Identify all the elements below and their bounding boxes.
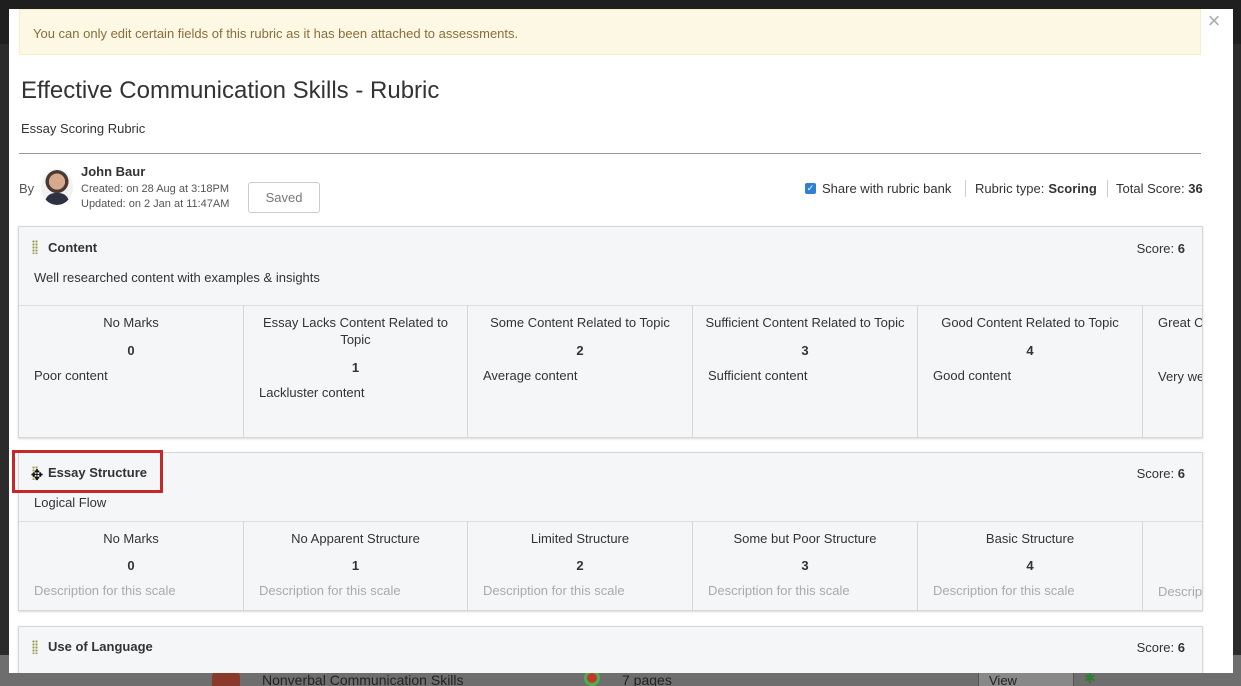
rubric-type-label: Rubric type: [975, 181, 1045, 196]
scale-title: Great C [1158, 315, 1203, 330]
criterion-essay-structure: Essay Structure Score: 6 Logical Flow No… [18, 452, 1203, 611]
close-icon[interactable]: × [1204, 9, 1224, 33]
scale-title: Good Content Related to Topic [941, 315, 1119, 330]
scale-row: No Marks 0 Description for this scale No… [19, 521, 1203, 610]
rubric-title[interactable]: Effective Communication Skills - Rubric [21, 77, 439, 105]
score-value: 6 [1177, 466, 1185, 481]
scale-row: No Marks 0 Poor content Essay Lacks Cont… [19, 305, 1203, 437]
warning-alert: You can only edit certain fields of this… [19, 9, 1201, 55]
scale-cell[interactable]: No Marks 0 Description for this scale [19, 522, 244, 610]
scale-cell[interactable]: No Marks 0 Poor content [19, 306, 244, 437]
criterion-description[interactable]: Well researched content with examples & … [34, 270, 320, 285]
scale-title: Some Content Related to Topic [490, 315, 670, 330]
criterion-content: Content Score: 6 Well researched content… [18, 226, 1203, 438]
criterion-use-of-language: Use of Language Score: 6 [18, 626, 1203, 673]
scale-points: 4 [1026, 343, 1034, 358]
scale-cell[interactable]: Descrip [1143, 522, 1203, 610]
scale-description: Very we [1158, 369, 1203, 384]
move-cursor-icon: ✥ [30, 467, 44, 484]
scale-description: Lackluster content [259, 385, 365, 400]
scale-description: Good content [933, 368, 1012, 383]
scale-points: 0 [127, 558, 135, 573]
total-score: Total Score: 36 [1116, 181, 1203, 196]
scale-description: Description for this scale [259, 583, 401, 598]
scale-title: Some but Poor Structure [733, 531, 877, 546]
scale-description: Description for this scale [34, 583, 176, 598]
score-value: 6 [1177, 640, 1185, 655]
scale-cell[interactable]: No Apparent Structure 1 Description for … [244, 522, 468, 610]
scale-description: Descrip [1158, 584, 1203, 599]
separator [1107, 180, 1108, 197]
scale-points: 2 [576, 343, 584, 358]
total-score-value: 36 [1188, 181, 1203, 196]
criterion-score: Score: 6 [1137, 640, 1185, 655]
scale-title: No Marks [103, 315, 159, 330]
scale-points: 0 [127, 343, 135, 358]
scale-cell[interactable]: Good Content Related to Topic 4 Good con… [918, 306, 1143, 437]
scale-description: Sufficient content [708, 368, 808, 383]
scale-points [1143, 343, 1202, 359]
by-label: By [19, 181, 35, 196]
divider [19, 153, 1201, 154]
updated-date: Updated: on 2 Jan at 11:47AM [81, 198, 230, 210]
scale-description: Description for this scale [483, 583, 625, 598]
background-row-pages: 7 pages [622, 672, 672, 686]
scale-points: 3 [801, 558, 809, 573]
scale-cell[interactable]: Some Content Related to Topic 2 Average … [468, 306, 693, 437]
rubric-type: Rubric type: Scoring [975, 181, 1097, 196]
share-label: Share with rubric bank [822, 181, 952, 196]
rubric-modal: You can only edit certain fields of this… [9, 9, 1233, 673]
rubric-type-value: Scoring [1048, 181, 1097, 196]
score-value: 6 [1177, 241, 1185, 256]
score-label: Score: [1136, 241, 1175, 256]
criterion-description[interactable]: Logical Flow [34, 495, 106, 510]
drag-handle-icon[interactable] [32, 640, 38, 654]
score-label: Score: [1136, 466, 1175, 481]
scale-title: No Marks [103, 531, 159, 546]
scale-title: Basic Structure [985, 531, 1075, 546]
scale-title [1143, 530, 1202, 547]
separator [965, 180, 966, 197]
scale-description: Poor content [34, 368, 108, 383]
drag-handle-icon[interactable] [32, 240, 38, 254]
criterion-name[interactable]: Use of Language [48, 639, 153, 654]
scale-title: Sufficient Content Related to Topic [705, 315, 905, 330]
saved-button[interactable]: Saved [248, 182, 320, 213]
criterion-name[interactable]: Content [48, 240, 97, 255]
scale-cell[interactable]: Some but Poor Structure 3 Description fo… [693, 522, 918, 610]
share-with-rubric-bank[interactable]: ✓ Share with rubric bank [805, 181, 951, 196]
scale-points: 4 [1026, 558, 1034, 573]
scale-points: 1 [351, 558, 360, 573]
scale-points: 2 [576, 558, 584, 573]
scale-description: Average content [483, 368, 578, 383]
scale-title: Essay Lacks Content Related to Topic [263, 315, 448, 347]
score-label: Score: [1136, 640, 1175, 655]
avatar [41, 169, 73, 205]
scale-points: 1 [351, 360, 360, 375]
scale-cell[interactable]: Sufficient Content Related to Topic 3 Su… [693, 306, 918, 437]
scale-description: Description for this scale [708, 583, 850, 598]
share-checkbox[interactable]: ✓ [805, 183, 816, 194]
scale-description: Description for this scale [933, 583, 1075, 598]
background-row-title: Nonverbal Communication Skills [262, 672, 464, 686]
scale-title: No Apparent Structure [291, 531, 420, 546]
total-score-label: Total Score: [1116, 181, 1185, 196]
scale-title: Limited Structure [530, 531, 630, 546]
scale-points: 3 [801, 343, 809, 358]
scale-cell[interactable]: Essay Lacks Content Related to Topic 1 L… [244, 306, 468, 437]
criterion-score: Score: 6 [1137, 466, 1185, 481]
scale-cell[interactable]: Basic Structure 4 Description for this s… [918, 522, 1143, 610]
scale-cell[interactable]: Limited Structure 2 Description for this… [468, 522, 693, 610]
author-name: John Baur [81, 164, 146, 179]
criterion-score: Score: 6 [1137, 241, 1185, 256]
scale-cell[interactable]: Great C Very we [1143, 306, 1203, 437]
created-date: Created: on 28 Aug at 3:18PM [81, 183, 229, 195]
scale-points [1143, 558, 1202, 574]
rubric-subtitle[interactable]: Essay Scoring Rubric [21, 121, 145, 136]
